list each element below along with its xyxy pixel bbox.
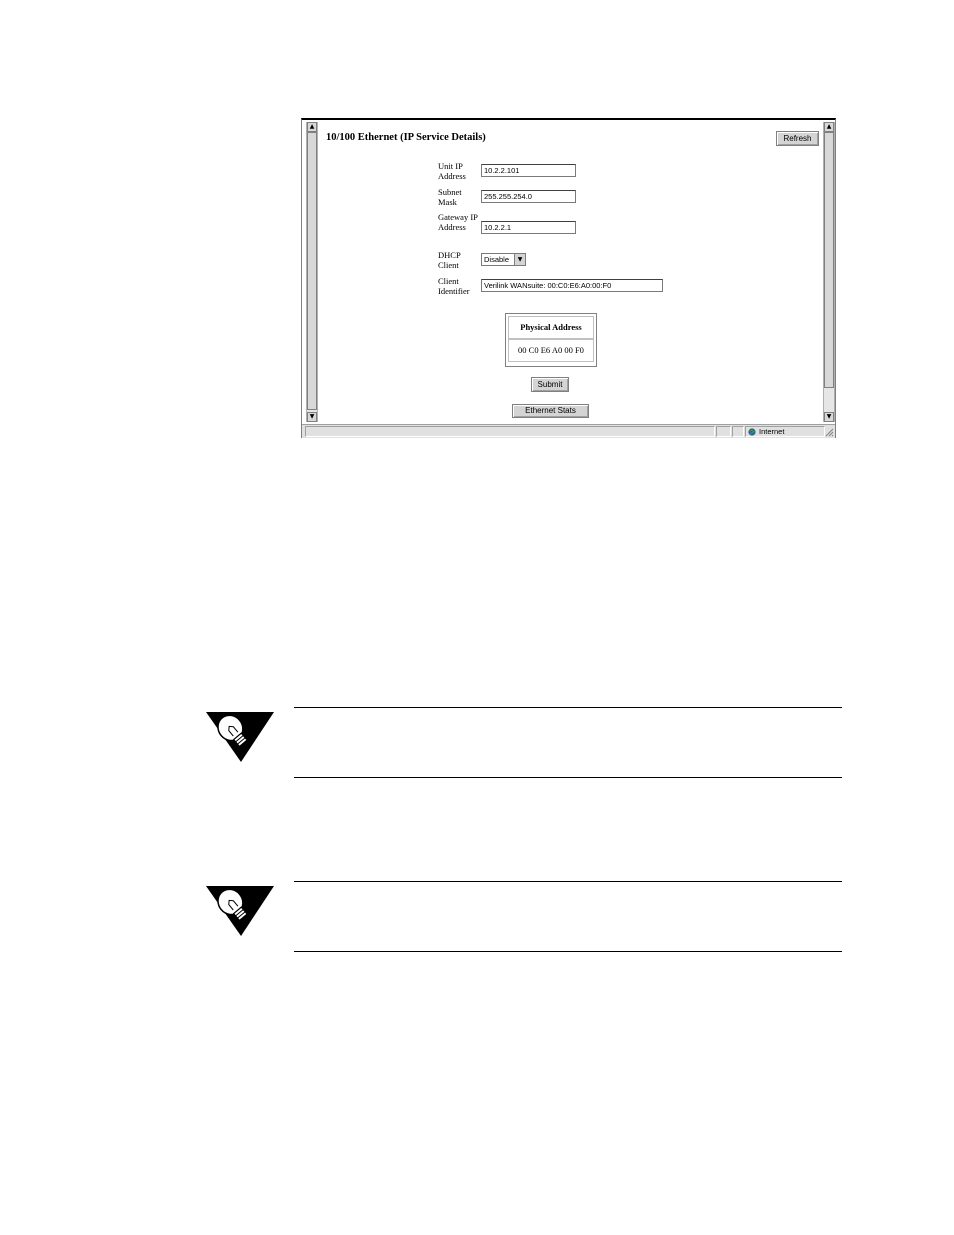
arrow-down-icon[interactable]: ▼ [824, 412, 834, 422]
note-bottom-rule [294, 777, 842, 778]
lightbulb-triangle-icon [206, 886, 274, 936]
browser-window: ▲ ▼ ▲ ▼ 10/100 Ethernet (IP Service Deta… [301, 118, 836, 438]
physical-address-value: 00 C0 E6 A0 00 F0 [508, 339, 594, 362]
unit-ip-label: Unit IP Address [438, 161, 466, 181]
status-segment [732, 426, 744, 437]
gateway-ip-label: Gateway IP Address [438, 212, 478, 232]
globe-icon [748, 428, 756, 436]
status-segment [716, 426, 731, 437]
subnet-mask-label: Subnet Mask [438, 187, 462, 207]
zone-segment: Internet [745, 426, 825, 437]
resize-grip-icon[interactable] [824, 427, 834, 437]
gateway-ip-field[interactable]: 10.2.2.1 [481, 221, 576, 234]
subnet-mask-field[interactable]: 255.255.254.0 [481, 190, 576, 203]
note-bottom-rule [294, 951, 842, 952]
physical-address-table: Physical Address 00 C0 E6 A0 00 F0 [505, 313, 597, 367]
right-scrollbar-thumb[interactable] [824, 132, 834, 388]
status-text-segment [305, 426, 715, 437]
client-identifier-field[interactable]: Verilink WANsuite: 00:C0:E6:A0:00:F0 [481, 279, 663, 292]
arrow-up-icon[interactable]: ▲ [307, 122, 317, 132]
client-identifier-label: Client Identifier [438, 276, 470, 296]
left-scrollbar-thumb[interactable] [307, 132, 317, 410]
unit-ip-field[interactable]: 10.2.2.101 [481, 164, 576, 177]
dhcp-client-select[interactable]: Disable ▼ [481, 253, 526, 266]
dhcp-client-label: DHCP Client [438, 250, 461, 270]
arrow-up-icon[interactable]: ▲ [824, 122, 834, 132]
arrow-down-icon[interactable]: ▼ [307, 412, 317, 422]
dhcp-client-value: Disable [484, 255, 510, 264]
refresh-button[interactable]: Refresh [776, 131, 819, 146]
ethernet-stats-button[interactable]: Ethernet Stats [512, 404, 589, 418]
physical-address-header: Physical Address [508, 316, 594, 339]
zone-label: Internet [759, 427, 785, 436]
status-bar: Internet [302, 424, 835, 438]
right-scrollbar[interactable]: ▲ ▼ [823, 122, 835, 422]
page-title: 10/100 Ethernet (IP Service Details) [326, 132, 486, 143]
left-scrollbar[interactable]: ▲ ▼ [306, 122, 318, 422]
submit-button[interactable]: Submit [531, 377, 569, 392]
lightbulb-triangle-icon [206, 712, 274, 762]
chevron-down-icon[interactable]: ▼ [514, 254, 525, 265]
note-top-rule [294, 707, 842, 708]
note-top-rule [294, 881, 842, 882]
